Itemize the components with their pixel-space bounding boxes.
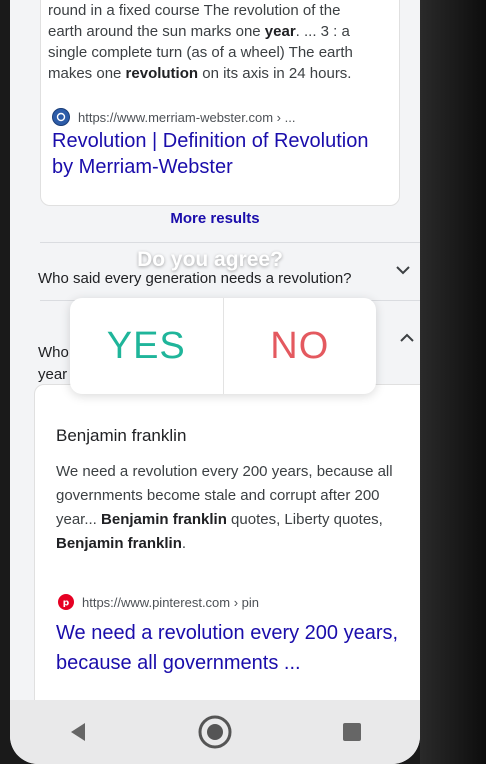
answer-title-link[interactable]: We need a revolution every 200 years, be… <box>56 618 406 678</box>
recents-button[interactable] <box>332 712 372 752</box>
home-circle-icon <box>198 715 232 749</box>
more-results-link[interactable]: More results <box>10 210 420 227</box>
result-snippet: round in a fixed course The revolution o… <box>48 2 353 82</box>
phone-bezel <box>420 0 486 764</box>
android-nav-bar <box>10 700 420 764</box>
result-title-link[interactable]: Revolution | Definition of Revolution by… <box>52 128 368 180</box>
merriam-webster-favicon <box>52 108 70 126</box>
faq-question-2-part1[interactable]: Who <box>38 344 69 361</box>
poll-yes-option[interactable]: YES <box>70 298 223 394</box>
poll-no-option[interactable]: NO <box>224 298 377 394</box>
home-button[interactable] <box>195 712 235 752</box>
faq-question-1[interactable]: Who said every generation needs a revolu… <box>38 270 352 287</box>
answer-snippet: We need a revolution every 200 years, be… <box>56 463 393 552</box>
answer-source-url: https://www.pinterest.com › pin <box>82 594 260 610</box>
chevron-up-icon[interactable] <box>400 330 414 348</box>
poll-question: Do you agree? <box>137 248 283 271</box>
poll-sticker: YES NO <box>70 298 376 394</box>
pinterest-favicon: p <box>58 594 74 610</box>
answer-heading: Benjamin franklin <box>56 426 187 445</box>
svg-text:p: p <box>63 599 70 608</box>
faq-question-2-part2[interactable]: year <box>38 366 67 383</box>
divider <box>40 242 420 243</box>
answer-source[interactable]: p https://www.pinterest.com › pin <box>58 594 259 610</box>
back-triangle-icon <box>71 723 86 741</box>
recents-square-icon <box>342 723 361 741</box>
back-button[interactable] <box>58 712 98 752</box>
result-source[interactable]: https://www.merriam-webster.com › ... <box>52 108 295 126</box>
result-source-url: https://www.merriam-webster.com › ... <box>78 109 296 125</box>
